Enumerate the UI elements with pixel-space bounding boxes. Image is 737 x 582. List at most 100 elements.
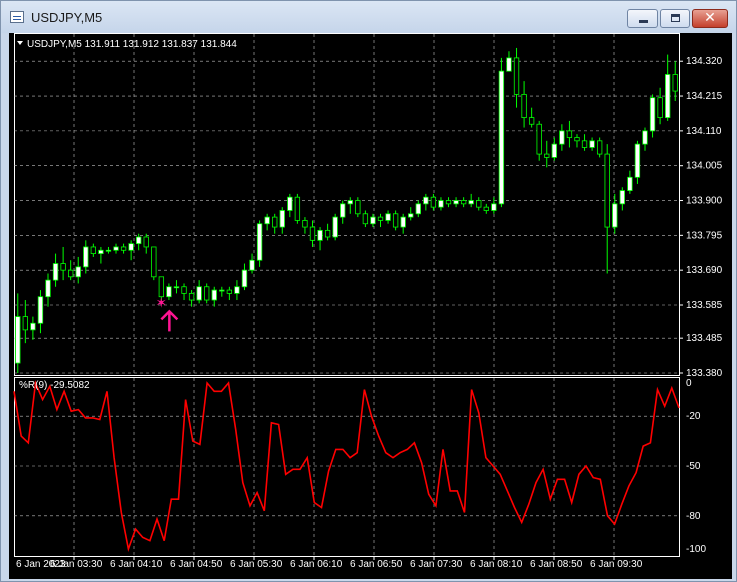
candle-body-bear xyxy=(657,97,663,119)
candle-body-bull xyxy=(75,266,81,278)
candle-body-bear xyxy=(596,140,603,155)
time-label: 6 Jan 06:10 xyxy=(290,559,343,570)
maximize-button[interactable] xyxy=(660,9,690,28)
candle-body-bear xyxy=(521,93,527,119)
candle-body-bull xyxy=(128,243,134,251)
candle-body-bull xyxy=(664,74,671,119)
candle-body-bear xyxy=(362,213,369,225)
indicator-level-label: -20 xyxy=(686,411,701,422)
chart-canvas[interactable]: ✶ 134.320 134.215 134.110 134.005 133.900 133… xyxy=(9,33,732,579)
candle-body-bull xyxy=(649,97,656,132)
time-label: 6 Jan 03:30 xyxy=(50,559,103,570)
close-button[interactable]: ✕ xyxy=(692,9,728,28)
candle-body-bull xyxy=(287,196,293,211)
candle-body-bull xyxy=(498,70,505,205)
candle-body-bull xyxy=(136,236,142,245)
candle-body-bull xyxy=(211,289,217,301)
indicator-label: %R(9) -29.5082 xyxy=(19,380,90,391)
candle-body-bull xyxy=(52,263,59,281)
candle-body-bear xyxy=(566,130,573,138)
indicator-level-label: -80 xyxy=(686,511,701,522)
indicator-level-label: -50 xyxy=(686,461,701,472)
time-label: 6 Jan 05:30 xyxy=(230,559,283,570)
chart-window-icon xyxy=(10,11,24,23)
candle-body-bull xyxy=(113,246,119,251)
candle-body-bear xyxy=(22,316,29,331)
candle-body-bull xyxy=(234,286,240,294)
candle-body-bear xyxy=(483,206,489,211)
candle-body-bull xyxy=(506,57,512,72)
candle-body-bear xyxy=(226,289,233,294)
candle-body-bear xyxy=(204,286,210,301)
time-label: 6 Jan 09:30 xyxy=(590,559,643,570)
price-label: 134.215 xyxy=(686,91,723,102)
axis-labels: 134.320 134.215 134.110 134.005 133.900 133.7… xyxy=(16,56,723,570)
candle-body-bear xyxy=(120,246,127,251)
candle-body-bull xyxy=(332,216,338,238)
time-label: 6 Jan 06:50 xyxy=(350,559,403,570)
price-label: 133.690 xyxy=(686,265,723,276)
candle-body-bear xyxy=(309,226,316,241)
candle-body-bull xyxy=(279,210,285,228)
candle-body-bull xyxy=(98,249,104,254)
candle-body-bear xyxy=(430,196,437,208)
candle-body-bull xyxy=(551,143,557,158)
time-label: 6 Jan 07:30 xyxy=(410,559,463,570)
price-label: 133.485 xyxy=(686,333,723,344)
candle-body-bull xyxy=(634,143,641,178)
candle-body-bear xyxy=(513,57,520,95)
price-label: 133.585 xyxy=(686,300,723,311)
candle-body-bear xyxy=(90,246,97,254)
candle-body-bull xyxy=(627,176,633,191)
candle-body-bull xyxy=(30,322,36,331)
candle-body-bear xyxy=(604,153,610,228)
candle-body-bear xyxy=(143,236,149,248)
candle-body-bull xyxy=(256,223,263,261)
price-label: 134.320 xyxy=(686,56,723,67)
candle-body-bear xyxy=(377,216,384,221)
indicator-level-label: -100 xyxy=(686,544,706,555)
candle-body-bull xyxy=(619,190,625,205)
candle-body-bear xyxy=(294,196,301,221)
candle-body-bull xyxy=(166,286,172,298)
minimize-button[interactable] xyxy=(627,9,658,28)
minimize-icon xyxy=(639,20,648,23)
candle-body-bear xyxy=(324,229,331,238)
candle-body-bull xyxy=(415,203,421,215)
chart-area[interactable]: ✶ 134.320 134.215 134.110 134.005 133.900 133… xyxy=(9,33,732,579)
candle-body-bear xyxy=(460,200,467,205)
candle-body-bull xyxy=(642,130,648,145)
candle-body-bull xyxy=(423,196,429,205)
terminal-chart-window: USDJPY,M5 ✕ ✶ 134.320 134.215 134.110 134.0… xyxy=(0,0,737,582)
candle-body-bull xyxy=(438,200,444,208)
maximize-icon xyxy=(671,14,680,22)
candle-body-bull xyxy=(83,246,89,268)
window-title-bar[interactable]: USDJPY,M5 ✕ xyxy=(1,1,736,33)
candle-body-bull xyxy=(491,203,497,211)
candle-body-bull xyxy=(408,213,414,218)
candle-body-bull xyxy=(589,140,595,148)
candle-body-bear xyxy=(476,200,482,208)
candle-body-bull xyxy=(340,203,346,218)
chart-info-text: USDJPY,M5 131.911 131.912 131.837 131.84… xyxy=(27,39,237,50)
candle-body-bull xyxy=(37,296,44,324)
time-label: 6 Jan 08:10 xyxy=(470,559,523,570)
candle-body-bull xyxy=(612,203,618,228)
candle-body-bull xyxy=(317,229,323,241)
candle-body-bear xyxy=(536,123,542,155)
price-label: 133.900 xyxy=(686,196,723,207)
candle-body-bull xyxy=(173,286,180,289)
candle-body-bear xyxy=(581,140,588,148)
chart-info-dropdown-icon[interactable] xyxy=(17,41,23,45)
candle-body-bear xyxy=(181,286,187,294)
candle-body-bear xyxy=(68,269,74,278)
price-label: 134.110 xyxy=(686,126,722,137)
candle-body-bear xyxy=(544,153,550,158)
window-title: USDJPY,M5 xyxy=(31,10,103,25)
candle-body-bull xyxy=(400,216,406,228)
candle-body-bear xyxy=(672,74,678,92)
indicator-border xyxy=(14,377,680,557)
candle-body-bear xyxy=(158,276,165,298)
candle-body-bull xyxy=(15,316,21,364)
candle-body-bear xyxy=(445,200,452,205)
